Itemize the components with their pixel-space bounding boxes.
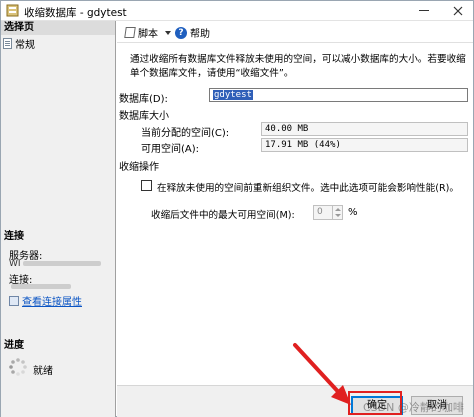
close-icon[interactable]: [451, 4, 465, 18]
chevron-down-icon[interactable]: [165, 30, 171, 35]
page-icon: [3, 37, 12, 49]
connection-properties-icon: [9, 295, 19, 306]
database-label: 数据库(D):: [119, 94, 168, 105]
shrink-database-dialog: 收缩数据库 - gdytest 选择页 常规 连接 服务器: WI 连接: 查看…: [0, 0, 474, 417]
max-free-space-value: 0: [317, 207, 323, 217]
database-app-icon: [6, 4, 19, 17]
allocated-space-field: 40.00 MB: [261, 122, 468, 136]
help-icon: ?: [175, 26, 187, 39]
database-field[interactable]: gdytest: [209, 88, 468, 102]
available-space-label: 可用空间(A):: [141, 144, 200, 155]
redacted-connection: [11, 284, 71, 289]
percent-unit-label: %: [348, 207, 358, 218]
progress-header: 进度: [4, 340, 24, 351]
shrink-action-group-label: 收缩操作: [119, 162, 159, 173]
stepper-buttons[interactable]: [332, 206, 342, 219]
database-value: gdytest: [213, 90, 253, 100]
connection-header: 连接: [4, 231, 24, 242]
watermark: CSDN @冷静的咖啡: [363, 401, 464, 414]
stepper-down-icon[interactable]: [335, 214, 341, 217]
view-connection-properties-link[interactable]: 查看连接属性: [9, 293, 82, 308]
server-value: WI: [9, 259, 21, 269]
script-icon: [124, 27, 136, 38]
allocated-space-label: 当前分配的空间(C):: [141, 128, 230, 139]
toolbar: 脚本 ? 帮助: [117, 21, 473, 43]
left-pane: 选择页 常规 连接 服务器: WI 连接: 查看连接属性 进度 就绪: [1, 21, 116, 417]
title-bar: 收缩数据库 - gdytest: [1, 1, 473, 21]
description-text: 通过收缩所有数据库文件释放未使用的空间，可以减小数据库的大小。若要收缩单个数据库…: [130, 54, 466, 79]
view-connection-properties-label: 查看连接属性: [22, 297, 82, 308]
stepper-up-icon[interactable]: [335, 208, 341, 211]
max-free-space-stepper[interactable]: 0: [313, 205, 343, 220]
progress-status: 就绪: [33, 366, 53, 377]
nav-item-general[interactable]: 常规: [3, 36, 35, 51]
window-title: 收缩数据库 - gdytest: [24, 7, 127, 19]
progress-spinner-icon: [9, 358, 27, 376]
script-label: 脚本: [138, 29, 158, 40]
nav-item-general-label: 常规: [15, 39, 35, 51]
available-space-field: 17.91 MB (44%): [261, 138, 468, 152]
script-button[interactable]: 脚本: [124, 25, 171, 40]
help-button[interactable]: ? 帮助: [175, 25, 210, 40]
select-page-header: 选择页: [1, 21, 115, 35]
minimize-icon[interactable]: [419, 10, 429, 11]
reorganize-checkbox-label: 在释放未使用的空间前重新组织文件。选中此选项可能会影响性能(R)。: [157, 183, 459, 194]
database-size-group-label: 数据库大小: [119, 111, 169, 122]
help-label: 帮助: [190, 29, 210, 40]
max-free-space-label: 收缩后文件中的最大可用空间(M):: [151, 210, 295, 221]
reorganize-checkbox[interactable]: [141, 180, 152, 191]
redacted-server: [23, 261, 101, 266]
